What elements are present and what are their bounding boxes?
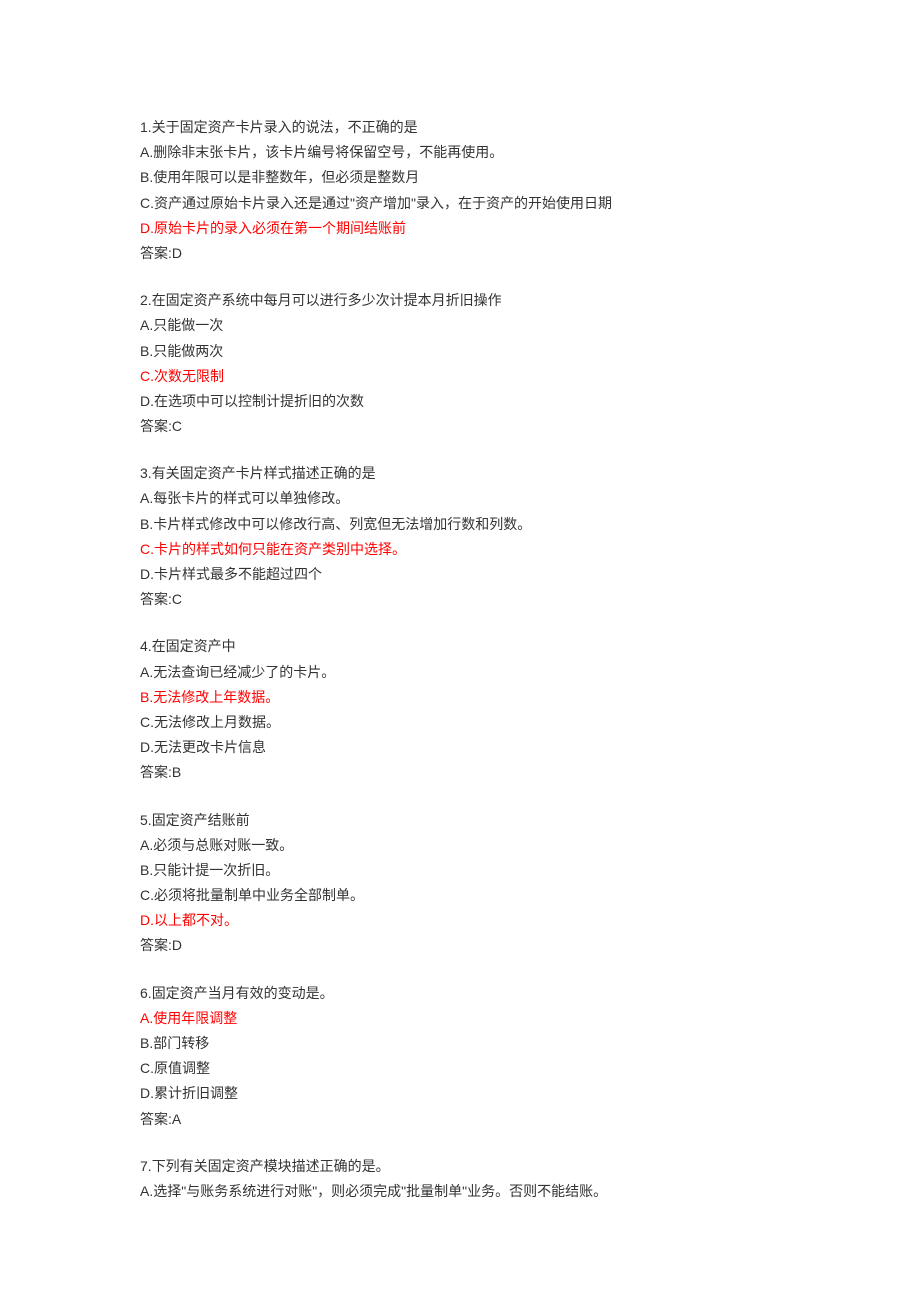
- option: D.以上都不对。: [140, 908, 780, 933]
- option: C.卡片的样式如何只能在资产类别中选择。: [140, 537, 780, 562]
- question-block: 4.在固定资产中A.无法查询已经减少了的卡片。B.无法修改上年数据。C.无法修改…: [140, 634, 780, 785]
- document-page: 1.关于固定资产卡片录入的说法，不正确的是A.删除非末张卡片，该卡片编号将保留空…: [0, 0, 920, 1302]
- option: C.原值调整: [140, 1056, 780, 1081]
- option: A.必须与总账对账一致。: [140, 833, 780, 858]
- question-number: 4.: [140, 638, 152, 654]
- option: B.部门转移: [140, 1031, 780, 1056]
- option: C.无法修改上月数据。: [140, 710, 780, 735]
- answer-text: 答案:C: [140, 414, 780, 439]
- option: A.无法查询已经减少了的卡片。: [140, 660, 780, 685]
- questions-container: 1.关于固定资产卡片录入的说法，不正确的是A.删除非末张卡片，该卡片编号将保留空…: [140, 115, 780, 1204]
- question-block: 5.固定资产结账前A.必须与总账对账一致。B.只能计提一次折旧。C.必须将批量制…: [140, 808, 780, 959]
- question-block: 6.固定资产当月有效的变动是。A.使用年限调整B.部门转移C.原值调整D.累计折…: [140, 981, 780, 1132]
- option: C.次数无限制: [140, 364, 780, 389]
- question-number: 3.: [140, 465, 152, 481]
- option: D.原始卡片的录入必须在第一个期间结账前: [140, 216, 780, 241]
- question-text: 4.在固定资产中: [140, 634, 780, 659]
- option: B.卡片样式修改中可以修改行高、列宽但无法增加行数和列数。: [140, 512, 780, 537]
- question-number: 5.: [140, 812, 152, 828]
- question-number: 1.: [140, 119, 152, 135]
- option: A.每张卡片的样式可以单独修改。: [140, 486, 780, 511]
- option: B.使用年限可以是非整数年，但必须是整数月: [140, 165, 780, 190]
- option: D.在选项中可以控制计提折旧的次数: [140, 389, 780, 414]
- option: D.累计折旧调整: [140, 1081, 780, 1106]
- answer-text: 答案:D: [140, 933, 780, 958]
- question-stem: 下列有关固定资产模块描述正确的是。: [152, 1158, 390, 1174]
- option: D.卡片样式最多不能超过四个: [140, 562, 780, 587]
- answer-text: 答案:A: [140, 1107, 780, 1132]
- question-block: 2.在固定资产系统中每月可以进行多少次计提本月折旧操作A.只能做一次B.只能做两…: [140, 288, 780, 439]
- question-block: 1.关于固定资产卡片录入的说法，不正确的是A.删除非末张卡片，该卡片编号将保留空…: [140, 115, 780, 266]
- question-text: 7.下列有关固定资产模块描述正确的是。: [140, 1154, 780, 1179]
- question-stem: 固定资产结账前: [152, 812, 250, 828]
- option: A.选择"与账务系统进行对账"，则必须完成"批量制单"业务。否则不能结账。: [140, 1179, 780, 1204]
- question-block: 3.有关固定资产卡片样式描述正确的是A.每张卡片的样式可以单独修改。B.卡片样式…: [140, 461, 780, 612]
- option: B.只能计提一次折旧。: [140, 858, 780, 883]
- question-number: 2.: [140, 292, 152, 308]
- answer-text: 答案:D: [140, 241, 780, 266]
- question-stem: 固定资产当月有效的变动是。: [152, 985, 334, 1001]
- question-number: 6.: [140, 985, 152, 1001]
- question-number: 7.: [140, 1158, 152, 1174]
- answer-text: 答案:C: [140, 587, 780, 612]
- option: A.删除非末张卡片，该卡片编号将保留空号，不能再使用。: [140, 140, 780, 165]
- option: B.只能做两次: [140, 339, 780, 364]
- option: C.必须将批量制单中业务全部制单。: [140, 883, 780, 908]
- option: B.无法修改上年数据。: [140, 685, 780, 710]
- option: A.只能做一次: [140, 313, 780, 338]
- question-stem: 关于固定资产卡片录入的说法，不正确的是: [152, 119, 418, 135]
- question-text: 2.在固定资产系统中每月可以进行多少次计提本月折旧操作: [140, 288, 780, 313]
- question-stem: 在固定资产系统中每月可以进行多少次计提本月折旧操作: [152, 292, 502, 308]
- question-text: 6.固定资产当月有效的变动是。: [140, 981, 780, 1006]
- question-stem: 有关固定资产卡片样式描述正确的是: [152, 465, 376, 481]
- question-text: 1.关于固定资产卡片录入的说法，不正确的是: [140, 115, 780, 140]
- question-block: 7.下列有关固定资产模块描述正确的是。A.选择"与账务系统进行对账"，则必须完成…: [140, 1154, 780, 1204]
- answer-text: 答案:B: [140, 760, 780, 785]
- option: D.无法更改卡片信息: [140, 735, 780, 760]
- option: A.使用年限调整: [140, 1006, 780, 1031]
- question-text: 3.有关固定资产卡片样式描述正确的是: [140, 461, 780, 486]
- question-text: 5.固定资产结账前: [140, 808, 780, 833]
- option: C.资产通过原始卡片录入还是通过"资产增加"录入，在于资产的开始使用日期: [140, 191, 780, 216]
- question-stem: 在固定资产中: [152, 638, 236, 654]
